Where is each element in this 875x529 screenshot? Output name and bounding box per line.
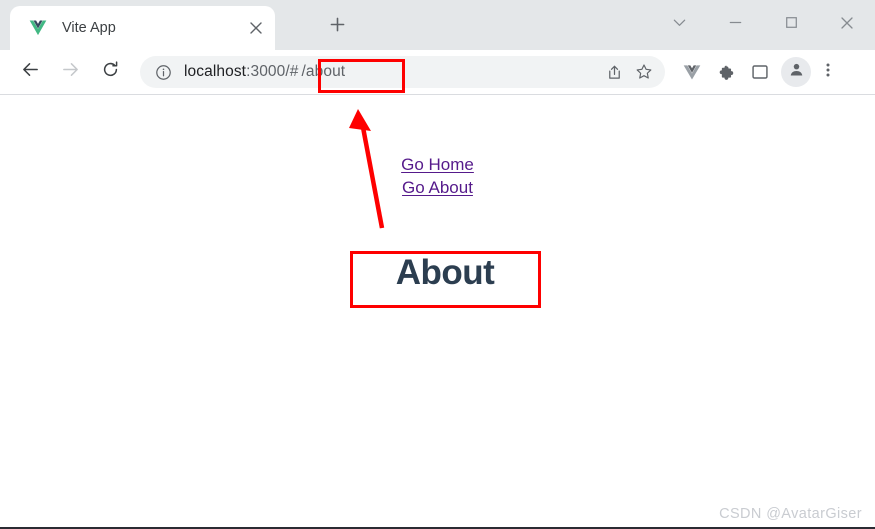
profile-avatar[interactable] (781, 57, 811, 87)
url-host: localhost (184, 63, 247, 80)
forward-button (54, 56, 86, 88)
three-dot-menu-icon (820, 62, 836, 83)
browser-toolbar: localhost:3000/#/about (0, 50, 875, 95)
page-title: About (395, 253, 495, 292)
bookmark-star-icon[interactable] (629, 57, 659, 87)
extension-icons (675, 56, 777, 88)
tab-search-button[interactable] (651, 0, 707, 50)
minimize-icon (728, 15, 743, 35)
browser-tab-vite-app[interactable]: Vite App (10, 6, 275, 50)
tab-close-icon[interactable] (243, 15, 269, 41)
back-button[interactable] (14, 56, 46, 88)
close-window-button[interactable] (819, 0, 875, 50)
plus-icon (330, 17, 345, 37)
back-arrow-icon (21, 60, 40, 84)
close-icon (839, 15, 855, 36)
vue-devtools-icon[interactable] (675, 56, 709, 88)
chrome-menu-button[interactable] (813, 56, 843, 88)
link-go-home[interactable]: Go Home (0, 153, 875, 176)
new-tab-button[interactable] (322, 12, 352, 42)
browser-window: Vite App localhost:3000/# /about Go Hom… (0, 0, 875, 529)
reload-icon (101, 60, 120, 84)
forward-arrow-icon (61, 60, 80, 84)
reload-button[interactable] (94, 56, 126, 88)
window-bottom-edge (0, 521, 875, 529)
vue-logo-icon (28, 18, 48, 38)
page-viewport: Go Home Go About About (0, 95, 875, 529)
side-panel-icon[interactable] (743, 56, 777, 88)
url-rest: :3000/# (246, 63, 299, 80)
extensions-puzzle-icon[interactable] (709, 56, 743, 88)
link-go-about[interactable]: Go About (0, 176, 875, 199)
chevron-down-icon (672, 15, 687, 35)
window-controls (651, 0, 875, 50)
share-icon[interactable] (599, 57, 629, 87)
tab-title: Vite App (62, 20, 116, 36)
watermark-text: CSDN @AvatarGiser (719, 506, 862, 522)
minimize-button[interactable] (707, 0, 763, 50)
site-info-icon[interactable] (152, 61, 174, 83)
router-nav-links: Go Home Go About (0, 153, 875, 199)
omnibox-actions (599, 57, 665, 87)
person-icon (788, 61, 805, 83)
maximize-icon (784, 15, 799, 35)
address-bar[interactable]: localhost:3000/#/about (140, 56, 665, 88)
maximize-button[interactable] (763, 0, 819, 50)
url-text[interactable]: localhost:3000/#/about (184, 63, 347, 81)
url-path: /about (301, 63, 346, 80)
tab-strip: Vite App (0, 0, 875, 50)
